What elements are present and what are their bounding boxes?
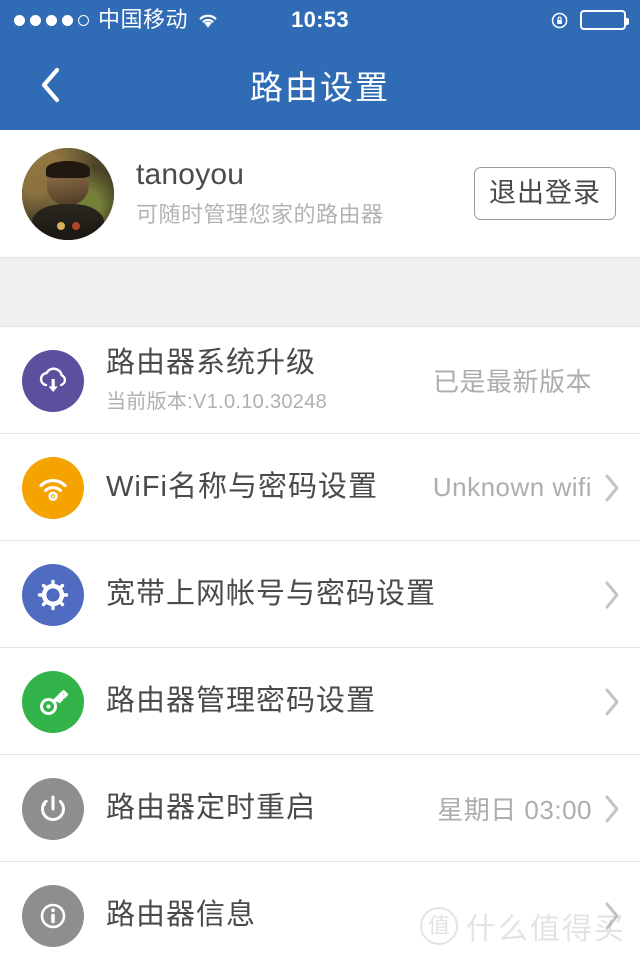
avatar (22, 147, 114, 240)
status-bar: 中国移动 10:53 (0, 0, 640, 40)
info-icon (22, 884, 84, 947)
cloud-download-icon (22, 349, 84, 412)
avatar-badge-red (71, 222, 80, 231)
row-value: 已是最新版本 (432, 367, 592, 397)
chevron-right-icon (604, 687, 620, 717)
key-icon (22, 670, 84, 733)
wifi-icon (197, 11, 219, 29)
row-body: 路由器信息 (106, 899, 592, 932)
profile-section[interactable]: tanoyou 可随时管理您家的路由器 退出登录 (0, 130, 640, 258)
app-screen: 中国移动 10:53 路由设置 tanoyou 可随时管理您家的路由器 退出登录… (0, 0, 640, 960)
row-title: 路由器系统升级 (106, 346, 317, 379)
signal-dot-filled (46, 14, 57, 26)
battery-icon (580, 10, 629, 30)
chevron-right-icon (604, 794, 620, 824)
row-value: 星期日 03:00 (437, 795, 592, 825)
row-broadband-account[interactable]: 宽带上网帐号与密码设置 (0, 541, 640, 648)
profile-text: tanoyou 可随时管理您家的路由器 (136, 158, 474, 230)
chevron-right-icon (604, 473, 620, 503)
gear-icon (22, 563, 84, 626)
rotation-lock-icon (551, 11, 570, 30)
avatar-hair (45, 161, 91, 178)
section-spacer (0, 258, 640, 327)
row-body: 路由器定时重启 (106, 792, 437, 825)
row-scheduled-reboot[interactable]: 路由器定时重启 星期日 03:00 (0, 755, 640, 862)
chevron-right-icon (604, 901, 620, 931)
row-admin-password[interactable]: 路由器管理密码设置 (0, 648, 640, 755)
row-wifi-settings[interactable]: WiFi名称与密码设置 Unknown wifi (0, 434, 640, 541)
profile-subtitle: 可随时管理您家的路由器 (136, 202, 384, 228)
row-firmware-upgrade[interactable]: 路由器系统升级 当前版本:V1.0.10.30248 已是最新版本 (0, 327, 640, 434)
carrier-label: 中国移动 (98, 7, 189, 32)
page-title: 路由设置 (250, 69, 390, 106)
row-router-info[interactable]: 路由器信息 (0, 862, 640, 960)
row-body: WiFi名称与密码设置 (106, 471, 433, 504)
avatar-torso (32, 203, 104, 240)
row-title: 路由器管理密码设置 (106, 684, 377, 717)
status-bar-right (551, 10, 629, 30)
navigation-bar: 路由设置 (0, 40, 640, 130)
settings-list: 路由器系统升级 当前版本:V1.0.10.30248 已是最新版本 WiFi名称… (0, 327, 640, 960)
signal-dot-filled (14, 14, 25, 26)
row-body: 路由器系统升级 当前版本:V1.0.10.30248 (106, 347, 433, 414)
status-bar-left: 中国移动 (14, 9, 219, 31)
username-label: tanoyou (136, 157, 245, 191)
row-subtitle: 当前版本:V1.0.10.30248 (106, 391, 328, 414)
chevron-left-icon (40, 67, 60, 103)
chevron-right-icon (604, 580, 620, 610)
row-title: 宽带上网帐号与密码设置 (106, 577, 437, 610)
power-icon (22, 777, 84, 840)
row-body: 宽带上网帐号与密码设置 (106, 578, 592, 611)
row-title: WiFi名称与密码设置 (106, 470, 378, 503)
row-value: Unknown wifi (432, 472, 592, 502)
wifi-icon (22, 456, 84, 519)
clock-label: 10:53 (291, 7, 349, 32)
signal-dot-filled (30, 14, 41, 26)
signal-dot-filled (62, 14, 73, 26)
logout-button[interactable]: 退出登录 (474, 167, 616, 220)
back-button[interactable] (20, 40, 80, 130)
row-body: 路由器管理密码设置 (106, 685, 592, 718)
signal-dot-empty (78, 14, 89, 26)
row-title: 路由器信息 (106, 898, 257, 931)
row-title: 路由器定时重启 (106, 791, 317, 824)
signal-strength-dots (14, 14, 89, 26)
